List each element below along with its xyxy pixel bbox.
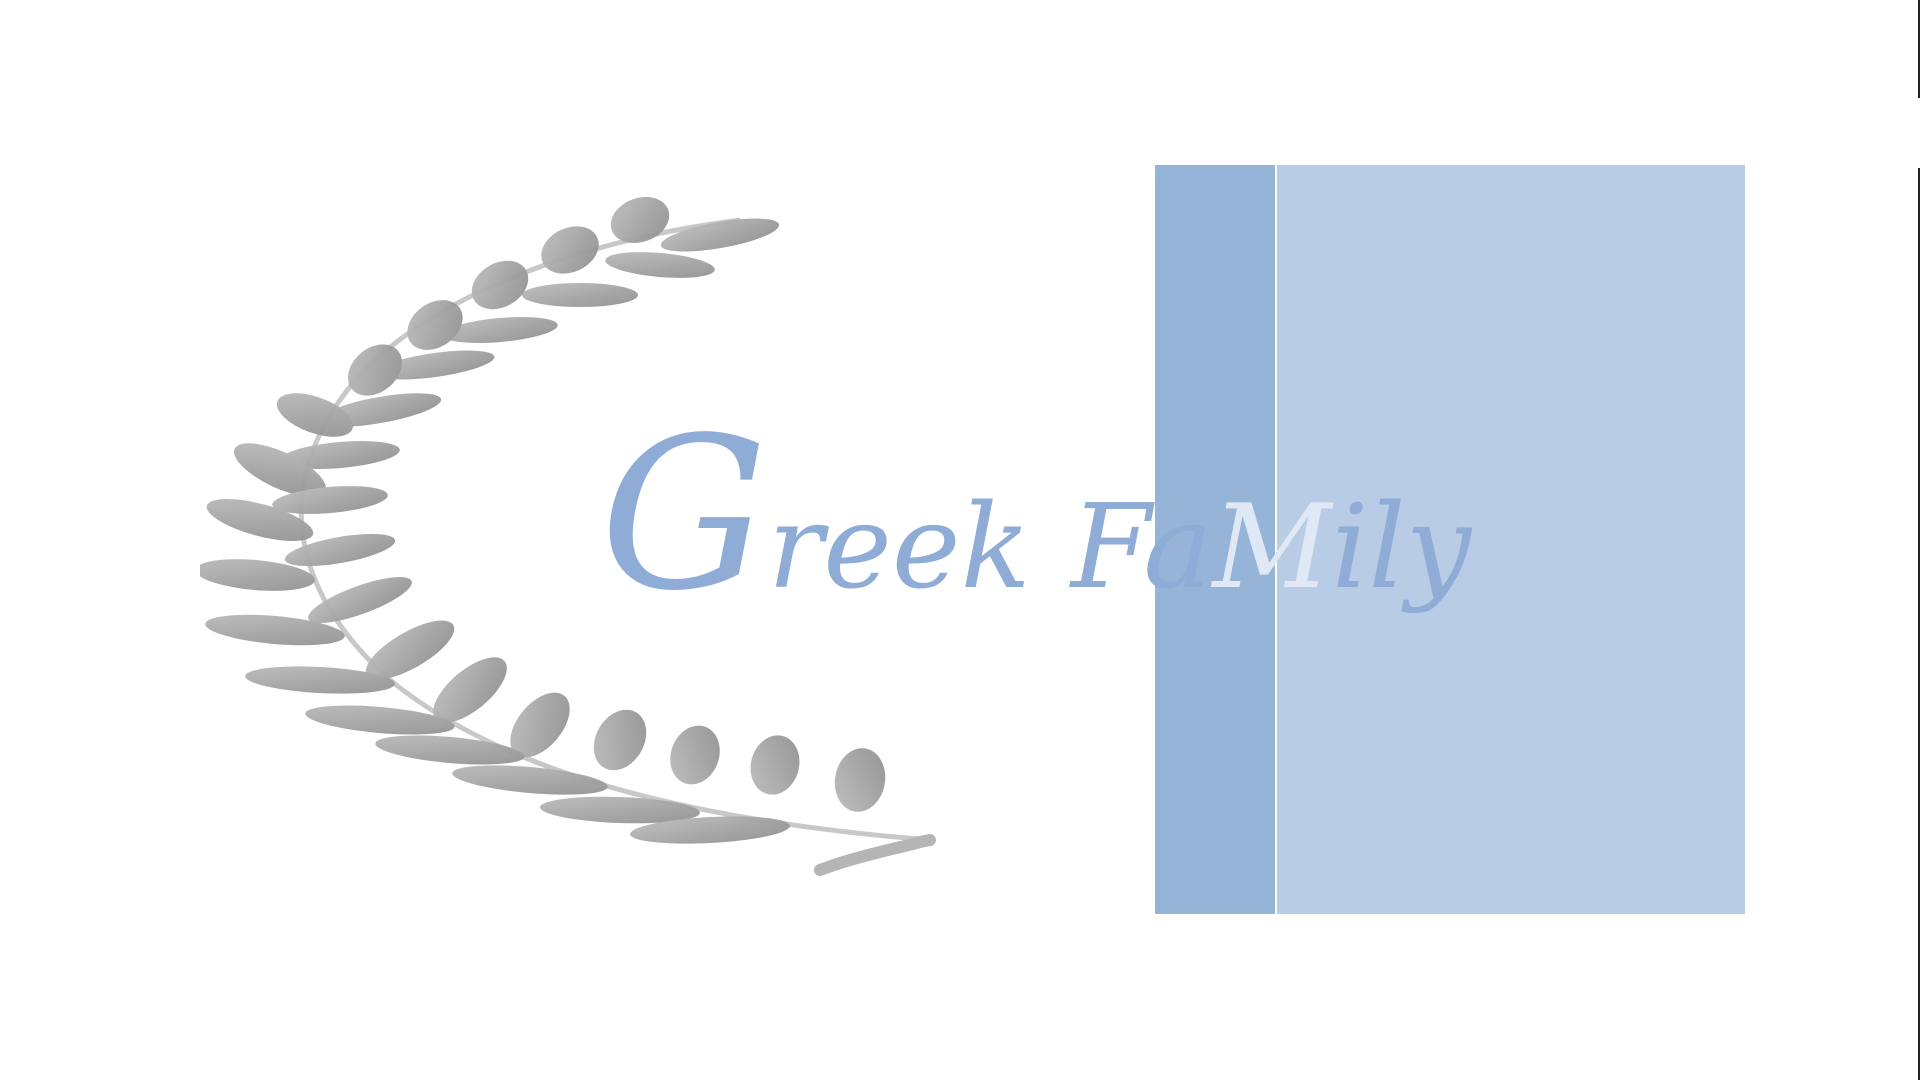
logo-word2-end: ily — [1331, 480, 1472, 615]
logo-word2-start: Fa — [1070, 480, 1213, 615]
logo-word1-rest: reek — [767, 480, 1031, 615]
cover-page: Greek FaMily — [0, 0, 1920, 1080]
logo-first-letter: G — [600, 392, 768, 637]
logo-word2-mid: M — [1212, 480, 1332, 615]
logo-title: Greek FaMily — [600, 410, 1471, 620]
